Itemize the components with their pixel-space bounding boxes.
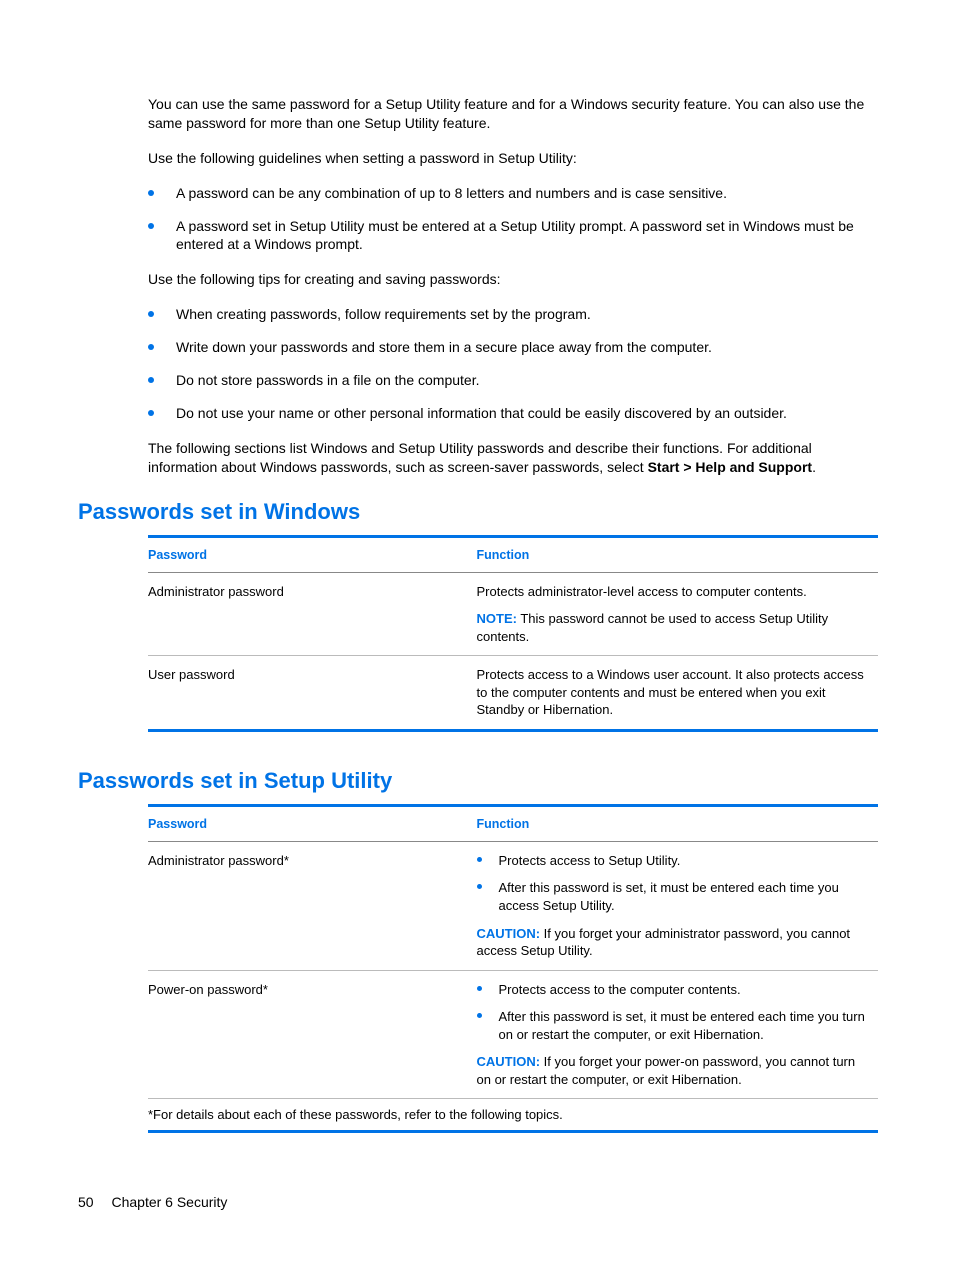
guidelines-list: A password can be any combination of up … [78,184,876,255]
list-item: After this password is set, it must be e… [477,1008,869,1043]
table-footnote-row: *For details about each of these passwor… [148,1099,878,1132]
note-text: This password cannot be used to access S… [477,611,829,644]
list-item: Write down your passwords and store them… [148,338,876,357]
text: Protects administrator-level access to c… [477,583,869,601]
heading-passwords-windows: Passwords set in Windows [78,499,876,525]
password-name: Administrator password* [148,841,477,970]
list-item: Do not store passwords in a file on the … [148,371,876,390]
password-name: Administrator password [148,572,477,656]
intro-paragraph-1: You can use the same password for a Setu… [78,95,876,133]
menu-path-bold: Start > Help and Support [648,459,813,475]
tips-list: When creating passwords, follow requirem… [78,305,876,423]
password-function: Protects access to Setup Utility. After … [477,841,879,970]
list-item: A password set in Setup Utility must be … [148,217,876,255]
page-footer: 50 Chapter 6 Security [78,1194,227,1210]
chapter-label: Chapter 6 Security [111,1194,227,1210]
list-item: When creating passwords, follow requirem… [148,305,876,324]
column-header-function: Function [477,805,879,841]
list-item: Protects access to the computer contents… [477,981,869,999]
intro-paragraph-4: The following sections list Windows and … [78,439,876,477]
password-function: Protects administrator-level access to c… [477,572,879,656]
list-item: Do not use your name or other personal i… [148,404,876,423]
password-name: Power-on password* [148,970,477,1099]
table-footnote: *For details about each of these passwor… [148,1099,878,1132]
intro-paragraph-2: Use the following guidelines when settin… [78,149,876,168]
caution-block: CAUTION: If you forget your administrato… [477,925,869,960]
caution-label: CAUTION: [477,1054,541,1069]
intro-paragraph-3: Use the following tips for creating and … [78,270,876,289]
password-function: Protects access to a Windows user accoun… [477,656,879,731]
windows-password-table: Password Function Administrator password… [148,535,878,732]
function-list: Protects access to Setup Utility. After … [477,852,869,915]
list-item: Protects access to Setup Utility. [477,852,869,870]
heading-passwords-setup: Passwords set in Setup Utility [78,768,876,794]
list-item: After this password is set, it must be e… [477,879,869,914]
column-header-password: Password [148,536,477,572]
table-row: Power-on password* Protects access to th… [148,970,878,1099]
caution-block: CAUTION: If you forget your power-on pas… [477,1053,869,1088]
column-header-password: Password [148,805,477,841]
setup-password-table: Password Function Administrator password… [148,804,878,1133]
page-number: 50 [78,1194,94,1210]
password-name: User password [148,656,477,731]
note-label: NOTE: [477,611,517,626]
table-row: User password Protects access to a Windo… [148,656,878,731]
note-block: NOTE: This password cannot be used to ac… [477,610,869,645]
password-function: Protects access to the computer contents… [477,970,879,1099]
table-row: Administrator password Protects administ… [148,572,878,656]
caution-label: CAUTION: [477,926,541,941]
text: . [812,459,816,475]
list-item: A password can be any combination of up … [148,184,876,203]
column-header-function: Function [477,536,879,572]
intro-section: You can use the same password for a Setu… [78,95,876,477]
table-row: Administrator password* Protects access … [148,841,878,970]
function-list: Protects access to the computer contents… [477,981,869,1044]
